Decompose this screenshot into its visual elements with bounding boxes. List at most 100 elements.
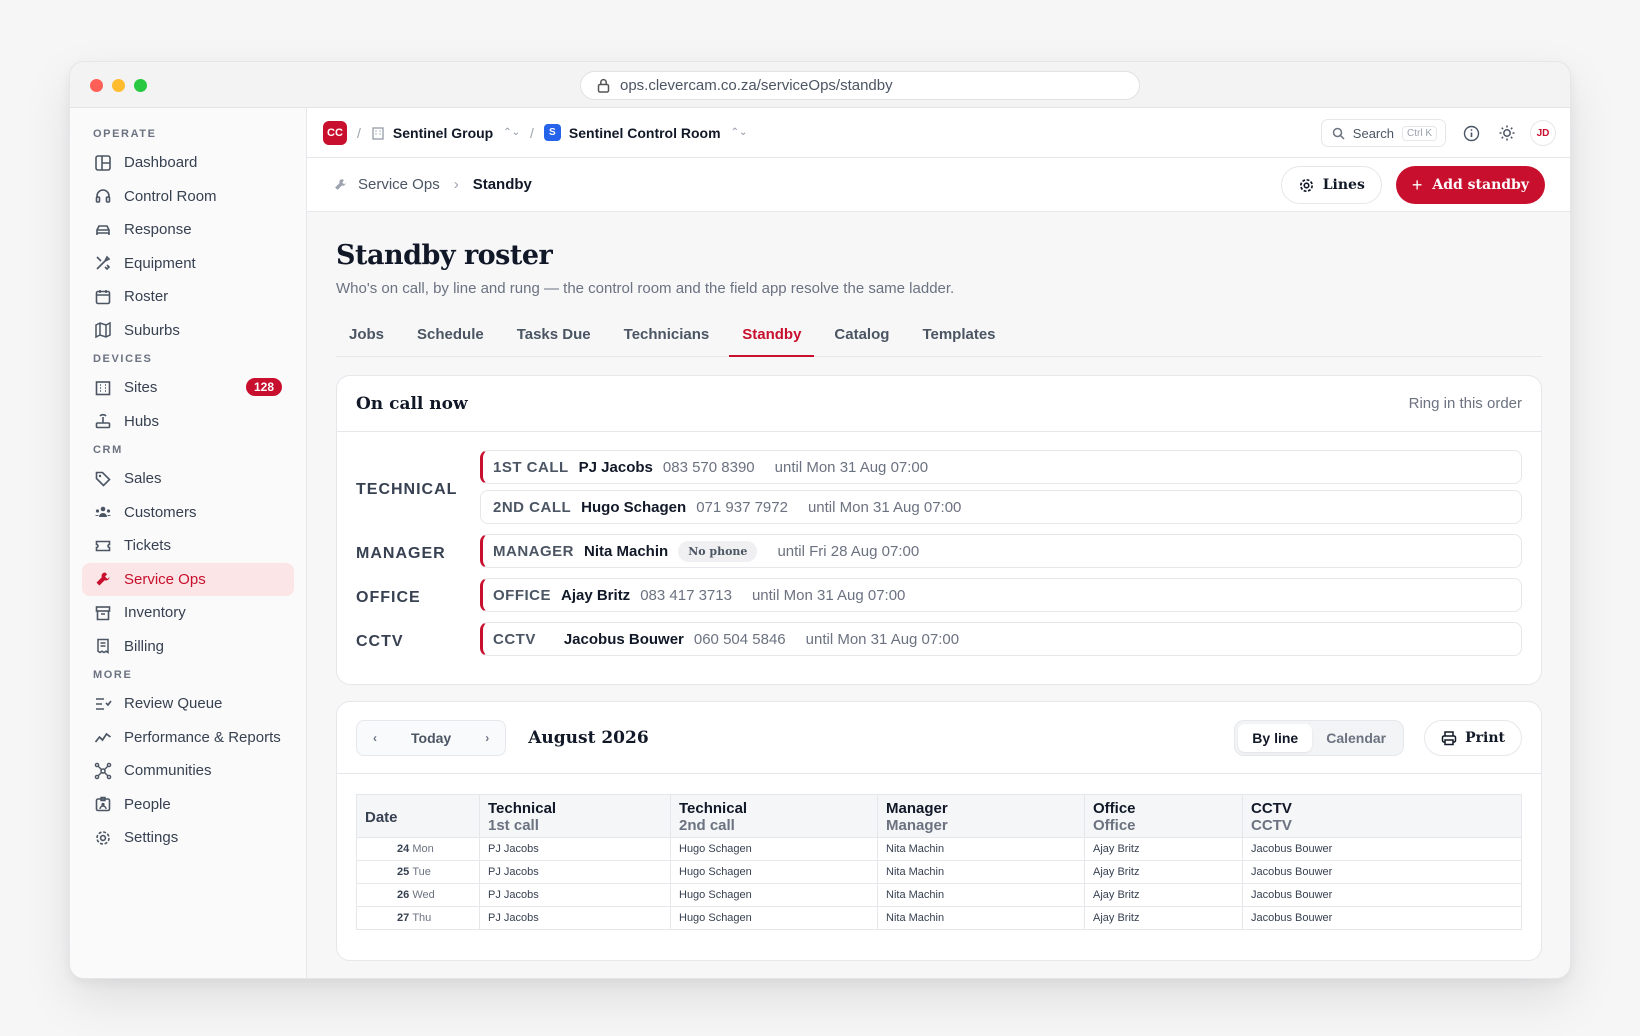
standby-rung[interactable]: OFFICE Ajay Britz 083 417 3713 until Mon… (480, 578, 1522, 612)
breadcrumb-parent-link[interactable]: Service Ops (358, 176, 440, 193)
info-button[interactable] (1460, 122, 1482, 144)
assignment-cell[interactable]: Jacobus Bouwer (1242, 837, 1522, 861)
on-call-list: TECHNICAL 1ST CALL PJ Jacobs 083 570 839… (337, 432, 1541, 684)
sidebar-item-communities[interactable]: Communities (82, 754, 294, 788)
sidebar-item-tickets[interactable]: Tickets (82, 529, 294, 563)
sidebar-item-equipment[interactable]: Equipment (82, 247, 294, 281)
tab-tasks-due[interactable]: Tasks Due (504, 319, 604, 357)
on-call-now-card: On call now Ring in this order TECHNICAL… (336, 375, 1542, 685)
tag-icon (95, 471, 111, 487)
standby-rung[interactable]: 2ND CALL Hugo Schagen 071 937 7972 until… (480, 490, 1522, 524)
assignment-cell[interactable]: Ajay Britz (1084, 860, 1243, 884)
assignment-cell[interactable]: Nita Machin (877, 906, 1085, 930)
assignment-cell[interactable]: Nita Machin (877, 860, 1085, 884)
chevron-right-icon: › (453, 176, 459, 193)
line-label: TECHNICAL (356, 481, 458, 498)
close-window-button[interactable] (90, 79, 103, 92)
date-cell: 27 Thu (356, 906, 480, 930)
sidebar-item-review-queue[interactable]: Review Queue (82, 687, 294, 721)
print-button[interactable]: Print (1424, 720, 1522, 756)
add-standby-button[interactable]: + Add standby (1395, 166, 1545, 204)
sidebar-item-sites[interactable]: Sites 128 (82, 371, 294, 405)
schedule-table-wrap: Date Technical 1st call Technical 2nd call… (337, 774, 1541, 930)
workspace-switcher[interactable]: S Sentinel Control Room ⌃⌄ (543, 124, 747, 141)
tab-technicians[interactable]: Technicians (611, 319, 723, 357)
assignment-cell[interactable]: PJ Jacobs (479, 837, 671, 861)
ticket-icon (95, 540, 111, 552)
search-button[interactable]: Search Ctrl K (1320, 119, 1446, 147)
tab-catalog[interactable]: Catalog (821, 319, 902, 357)
sidebar-section-more: MORE (93, 669, 133, 681)
sidebar-item-performance-reports[interactable]: Performance & Reports (82, 721, 294, 755)
sidebar-item-label: Control Room (124, 187, 217, 205)
standby-rung[interactable]: 1ST CALL PJ Jacobs 083 570 8390 until Mo… (480, 450, 1522, 484)
assignment-cell[interactable]: PJ Jacobs (479, 860, 671, 884)
sidebar-section-operate: OPERATE (93, 128, 157, 140)
lines-button[interactable]: Lines (1280, 166, 1382, 204)
car-icon (96, 224, 110, 235)
tab-standby[interactable]: Standby (729, 319, 815, 357)
maximize-window-button[interactable] (134, 79, 147, 92)
table-row: 25 Tue PJ Jacobs Hugo Schagen Nita Machi… (356, 860, 1522, 884)
date-cell: 24 Mon (356, 837, 480, 861)
standby-schedule-table: Date Technical 1st call Technical 2nd call… (356, 794, 1522, 930)
tab-jobs[interactable]: Jobs (336, 319, 397, 357)
assignment-cell[interactable]: Jacobus Bouwer (1242, 860, 1522, 884)
tab-templates[interactable]: Templates (909, 319, 1008, 357)
tab-schedule[interactable]: Schedule (404, 319, 497, 357)
sidebar-item-label: Communities (124, 762, 212, 780)
assignment-cell[interactable]: Hugo Schagen (670, 906, 878, 930)
rung-until: until Mon 31 Aug 07:00 (807, 498, 962, 516)
wrench-icon (335, 179, 346, 190)
sidebar-item-suburbs[interactable]: Suburbs (82, 314, 294, 348)
assignment-cell[interactable]: Ajay Britz (1084, 883, 1243, 907)
assignment-cell[interactable]: Hugo Schagen (670, 860, 878, 884)
user-avatar[interactable]: JD (1530, 120, 1556, 146)
standby-rung[interactable]: CCTV Jacobus Bouwer 060 504 5846 until M… (480, 622, 1522, 656)
assignment-cell[interactable]: PJ Jacobs (479, 906, 671, 930)
sidebar-item-billing[interactable]: Billing (82, 630, 294, 664)
list-check-icon (96, 697, 112, 710)
assignment-cell[interactable]: Ajay Britz (1084, 906, 1243, 930)
rung-phone[interactable]: 083 417 3713 (640, 587, 732, 604)
rung-phone[interactable]: 071 937 7972 (696, 499, 788, 516)
sidebar-item-label: Dashboard (124, 154, 198, 172)
view-calendar[interactable]: Calendar (1312, 724, 1400, 752)
sidebar-item-service-ops[interactable]: Service Ops (82, 562, 294, 596)
rung-role: OFFICE (493, 586, 551, 604)
sidebar-item-people[interactable]: People (82, 788, 294, 822)
assignment-cell[interactable]: Hugo Schagen (670, 837, 878, 861)
line-label: CCTV (356, 633, 404, 650)
today-button[interactable]: Today (411, 730, 451, 746)
sidebar-item-dashboard[interactable]: Dashboard (82, 146, 294, 180)
chevron-left-icon[interactable]: ‹ (373, 731, 377, 745)
sidebar-item-hubs[interactable]: Hubs (82, 405, 294, 439)
rung-phone[interactable]: 060 504 5846 (694, 631, 786, 648)
minimize-window-button[interactable] (112, 79, 125, 92)
rung-list: OFFICE Ajay Britz 083 417 3713 until Mon… (480, 578, 1522, 618)
sidebar-item-control-room[interactable]: Control Room (82, 180, 294, 214)
rung-phone[interactable]: 083 570 8390 (663, 459, 755, 476)
standby-rung[interactable]: MANAGER Nita Machin No phone until Fri 2… (480, 534, 1522, 568)
assignment-cell[interactable]: Hugo Schagen (670, 883, 878, 907)
sidebar-item-customers[interactable]: Customers (82, 496, 294, 530)
assignment-cell[interactable]: Jacobus Bouwer (1242, 906, 1522, 930)
view-by-line[interactable]: By line (1238, 724, 1313, 752)
assignment-cell[interactable]: Nita Machin (877, 883, 1085, 907)
sidebar-item-inventory[interactable]: Inventory (82, 596, 294, 630)
chevron-right-icon[interactable]: › (485, 731, 489, 745)
sidebar-item-roster[interactable]: Roster (82, 280, 294, 314)
assignment-cell[interactable]: Jacobus Bouwer (1242, 883, 1522, 907)
sidebar-item-settings[interactable]: Settings (82, 821, 294, 855)
browser-titlebar: ops.clevercam.co.za/serviceOps/standby (70, 62, 1570, 108)
wrench-icon (96, 572, 110, 586)
sidebar-item-sales[interactable]: Sales (82, 462, 294, 496)
org-switcher[interactable]: Sentinel Group ⌃⌄ (371, 125, 520, 141)
assignment-cell[interactable]: PJ Jacobs (479, 883, 671, 907)
sites-count-badge: 128 (245, 378, 282, 396)
theme-toggle[interactable] (1496, 122, 1518, 144)
assignment-cell[interactable]: Ajay Britz (1084, 837, 1243, 861)
assignment-cell[interactable]: Nita Machin (877, 837, 1085, 861)
address-bar[interactable]: ops.clevercam.co.za/serviceOps/standby (580, 71, 1140, 100)
sidebar-item-response[interactable]: Response (82, 213, 294, 247)
